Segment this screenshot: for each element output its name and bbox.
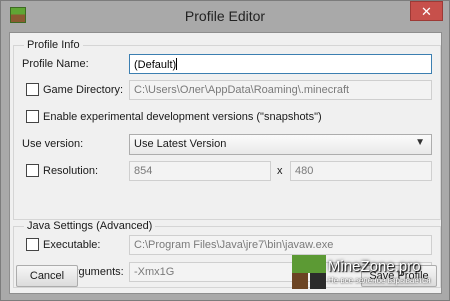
java-settings-title: Java Settings (Advanced) — [24, 220, 156, 232]
watermark-tagline: Не все зеленое взрывается — [328, 276, 431, 285]
resolution-height-input[interactable]: 480 — [290, 161, 432, 181]
snapshots-row: Enable experimental development versions… — [14, 107, 440, 129]
watermark-name: MineZone.pro — [328, 258, 421, 275]
version-dropdown-value: Use Latest Version — [134, 138, 227, 150]
profile-name-label: Profile Name: — [22, 58, 89, 70]
title-bar[interactable]: Profile Editor ✕ — [1, 1, 449, 32]
game-directory-checkbox[interactable] — [26, 83, 39, 96]
watermark-logo — [292, 255, 326, 289]
chevron-down-icon: ▼ — [415, 137, 425, 148]
text-caret — [176, 58, 178, 70]
cancel-button[interactable]: Cancel — [16, 265, 78, 287]
use-version-row: Use version: Use Latest Version ▼ — [14, 134, 440, 156]
resolution-label: Resolution: — [43, 165, 99, 177]
profile-info-title: Profile Info — [24, 39, 83, 51]
close-button[interactable]: ✕ — [410, 1, 443, 21]
game-directory-input[interactable]: C:\Users\Олег\AppData\Roaming\.minecraft — [129, 80, 432, 100]
version-dropdown[interactable]: Use Latest Version ▼ — [129, 134, 432, 155]
profile-name-value: (Default) — [134, 59, 177, 71]
resolution-checkbox[interactable] — [26, 164, 39, 177]
window-title: Profile Editor — [184, 8, 266, 24]
game-directory-row: Game Directory: C:\Users\Олег\AppData\Ro… — [14, 80, 440, 102]
snapshots-label: Enable experimental development versions… — [43, 111, 322, 123]
game-directory-label: Game Directory: — [43, 84, 124, 96]
resolution-row: Resolution: 854 x 480 — [14, 161, 440, 183]
use-version-label: Use version: — [22, 138, 84, 150]
executable-input[interactable]: C:\Program Files\Java\jre7\bin\javaw.exe — [129, 235, 432, 255]
snapshots-checkbox[interactable] — [26, 110, 39, 123]
resolution-separator: x — [277, 165, 283, 177]
profile-name-row: Profile Name: (Default) — [14, 54, 440, 76]
profile-info-group: Profile Info Profile Name: (Default) Gam… — [13, 39, 441, 220]
minezone-watermark: MineZone.pro Не все зеленое взрывается — [292, 255, 442, 295]
executable-label: Executable: — [43, 239, 101, 251]
executable-checkbox[interactable] — [26, 238, 39, 251]
profile-name-input[interactable]: (Default) — [129, 54, 432, 74]
resolution-width-input[interactable]: 854 — [129, 161, 271, 181]
executable-row: Executable: C:\Program Files\Java\jre7\b… — [14, 235, 440, 257]
profile-editor-window: Profile Editor ✕ Profile Info Profile Na… — [0, 0, 450, 301]
